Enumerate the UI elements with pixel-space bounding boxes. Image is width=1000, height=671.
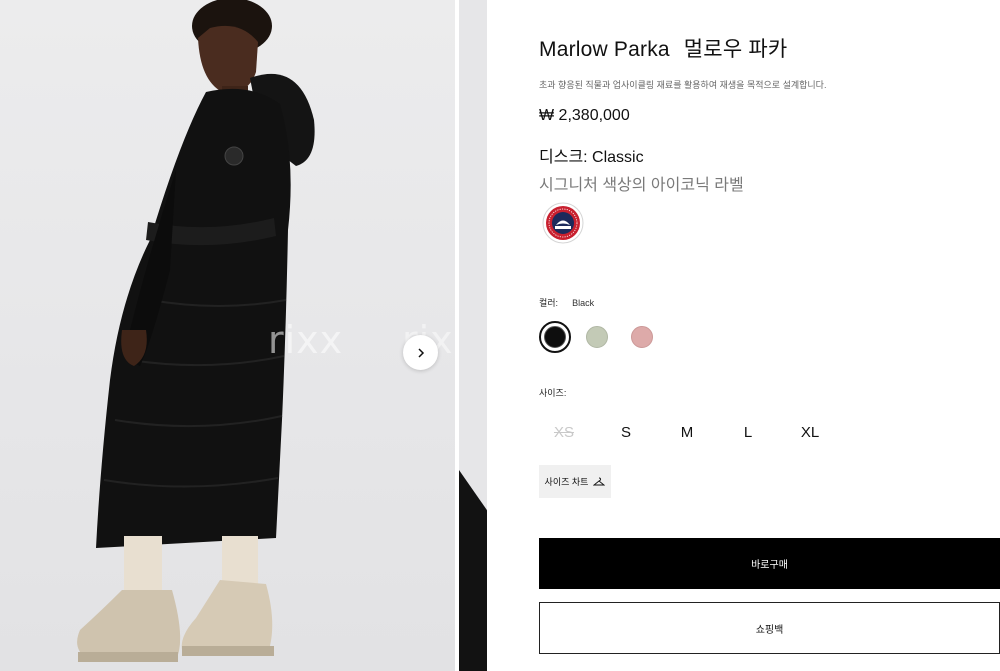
color-swatch-rose[interactable] bbox=[631, 326, 653, 348]
disc-label: 디스크: Classic bbox=[539, 149, 644, 166]
hanger-icon bbox=[593, 477, 606, 485]
color-label-row: 컬러: Black bbox=[539, 296, 594, 309]
size-chart-button[interactable]: 사이즈 차트 bbox=[539, 465, 611, 498]
gallery-next-button[interactable] bbox=[403, 335, 438, 370]
size-option-l[interactable]: L bbox=[726, 424, 770, 441]
color-swatch-sage[interactable] bbox=[586, 326, 608, 348]
color-selected-value: Black bbox=[572, 298, 595, 308]
watermark-text: rixx bbox=[268, 318, 344, 362]
size-options: XS S M L XL bbox=[539, 424, 839, 444]
color-label: 컬러: bbox=[539, 298, 559, 308]
disc-subtitle: 시그니처 색상의 아이코닉 라벨 bbox=[539, 177, 744, 194]
canada-goose-disc-icon[interactable] bbox=[541, 201, 585, 245]
size-label: 사이즈: bbox=[539, 388, 567, 398]
product-photo: rixx rixx bbox=[0, 0, 455, 671]
size-chart-label: 사이즈 차트 bbox=[544, 477, 589, 487]
next-product-photo-peek bbox=[459, 0, 487, 671]
product-price: ₩ 2,380,000 bbox=[539, 107, 630, 124]
model-wearing-parka-image bbox=[77, 0, 315, 662]
size-option-xs[interactable]: XS bbox=[542, 424, 586, 441]
product-gallery: rixx rixx bbox=[0, 0, 487, 671]
color-swatch-black[interactable] bbox=[539, 321, 571, 353]
product-info-panel: Marlow Parka 멀로우 파카 초과 향응된 직물과 업사이클링 재료를 … bbox=[539, 0, 1000, 671]
product-title-en: Marlow Parka bbox=[539, 38, 670, 61]
product-title: Marlow Parka 멀로우 파카 bbox=[539, 33, 787, 63]
size-option-xl[interactable]: XL bbox=[788, 424, 832, 441]
add-to-bag-button[interactable]: 쇼핑백 bbox=[539, 602, 1000, 654]
size-option-s[interactable]: S bbox=[604, 424, 648, 441]
product-description: 초과 향응된 직물과 업사이클링 재료를 활용하여 재생을 목적으로 설계합니다… bbox=[539, 80, 827, 90]
chevron-right-icon bbox=[417, 347, 424, 358]
size-label-row: 사이즈: bbox=[539, 386, 566, 399]
buy-now-button[interactable]: 바로구매 bbox=[539, 538, 1000, 589]
size-option-m[interactable]: M bbox=[665, 424, 709, 441]
product-title-ko: 멀로우 파카 bbox=[683, 38, 788, 61]
